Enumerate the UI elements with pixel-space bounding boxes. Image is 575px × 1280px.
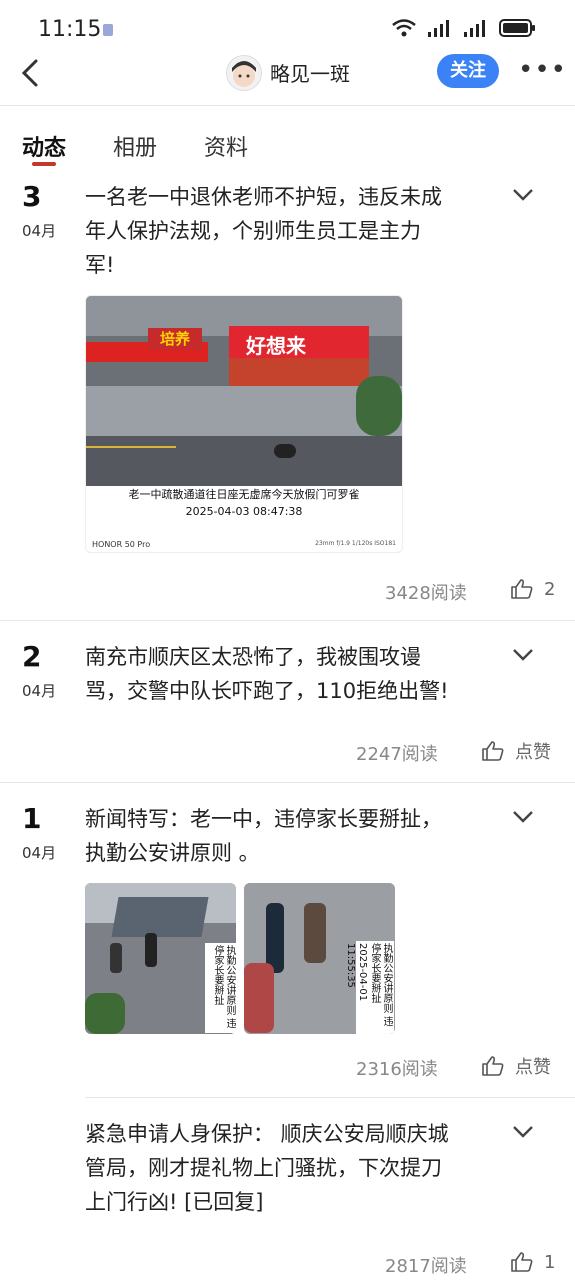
- tab-album[interactable]: 相册: [113, 130, 157, 162]
- thumb-up-icon: [511, 579, 533, 599]
- store-sign-text: 好想来: [246, 334, 306, 358]
- active-tab-indicator: [32, 162, 56, 166]
- status-time: 11:15: [38, 17, 102, 42]
- profile-tabs: 动态 相册 资料: [0, 125, 575, 175]
- chevron-down-icon[interactable]: [512, 188, 534, 202]
- avatar[interactable]: [226, 55, 262, 91]
- post-month: 04月: [22, 222, 57, 240]
- thumb-up-icon: [482, 1056, 504, 1076]
- read-count: 2817阅读: [385, 1256, 467, 1277]
- thumb-up-icon: [511, 1252, 533, 1272]
- like-button[interactable]: 1: [510, 1250, 555, 1274]
- profile-nickname: 略见一斑: [270, 62, 350, 86]
- chevron-down-icon[interactable]: [512, 810, 534, 824]
- read-count: 3428阅读: [385, 583, 467, 604]
- image-device-label: HONOR 50 Pro: [92, 540, 151, 549]
- wifi-icon: [392, 19, 416, 37]
- post-title: 新闻特写：老一中，违停家长要掰扯， 执勤公安讲原则 。: [85, 807, 442, 865]
- divider: [0, 782, 575, 783]
- like-count: 2: [544, 578, 556, 600]
- image-sign-text: 培养: [148, 328, 202, 350]
- divider: [85, 1097, 575, 1098]
- follow-button[interactable]: 关注: [437, 54, 499, 88]
- image-caption: 执勤公安讲原则 违停家长要掰扯 2025-04-01 11:55:35: [345, 941, 394, 1034]
- more-options-icon[interactable]: •••: [518, 55, 567, 85]
- battery-icon: [499, 19, 535, 37]
- post-month: 04月: [22, 844, 57, 862]
- post-image[interactable]: 培养 好想来 老一中疏散通道往日座无虚席今天放假门可罗雀 2025-04-03 …: [85, 295, 403, 553]
- read-count: 2316阅读: [356, 1059, 438, 1080]
- chevron-down-icon[interactable]: [512, 648, 534, 662]
- like-label: 点赞: [515, 1057, 551, 1078]
- like-button[interactable]: 点赞: [481, 738, 551, 764]
- like-button[interactable]: 点赞: [481, 1053, 551, 1079]
- post-month: 04月: [22, 682, 57, 700]
- divider: [0, 620, 575, 621]
- post-title: 紧急申请人身保护： 顺庆公安局顺庆城 管局，刚才提礼物上门骚扰，下次提刀 上门行…: [85, 1122, 449, 1214]
- signal-icon: [428, 20, 449, 37]
- like-label: 点赞: [515, 742, 551, 763]
- back-arrow-icon[interactable]: [14, 53, 50, 93]
- thumb-up-icon: [482, 741, 504, 761]
- tab-posts[interactable]: 动态: [22, 130, 66, 162]
- post-title: 南充市顺庆区太恐怖了，我被围攻谩 骂，交警中队长吓跑了，110拒绝出警!: [85, 645, 449, 703]
- post-image[interactable]: 执勤公安讲原则 违停家长要掰扯: [85, 883, 236, 1034]
- post-day: 2: [22, 640, 42, 673]
- like-button[interactable]: 2: [510, 577, 555, 601]
- notification-icon: [103, 24, 113, 36]
- post-title: 一名老一中退休老师不护短，违反未成 年人保护法规，个别师生员工是主力 军!: [85, 185, 442, 277]
- top-bar: 略见一斑 关注 •••: [0, 45, 575, 106]
- post-image[interactable]: 执勤公安讲原则 违停家长要掰扯 2025-04-01 11:55:35: [244, 883, 395, 1034]
- read-count: 2247阅读: [356, 744, 438, 765]
- post-day: 1: [22, 802, 42, 835]
- image-caption: 执勤公安讲原则 违停家长要掰扯: [205, 943, 236, 1033]
- chevron-down-icon[interactable]: [512, 1125, 534, 1139]
- image-caption: 老一中疏散通道往日座无虚席今天放假门可罗雀 2025-04-03 08:47:3…: [128, 488, 360, 518]
- image-exif-label: 23mm f/1.9 1/120s ISO181: [315, 540, 396, 547]
- signal-icon-2: [464, 20, 485, 37]
- like-count: 1: [544, 1251, 556, 1273]
- tab-profile[interactable]: 资料: [204, 130, 248, 162]
- post-day: 3: [22, 180, 42, 213]
